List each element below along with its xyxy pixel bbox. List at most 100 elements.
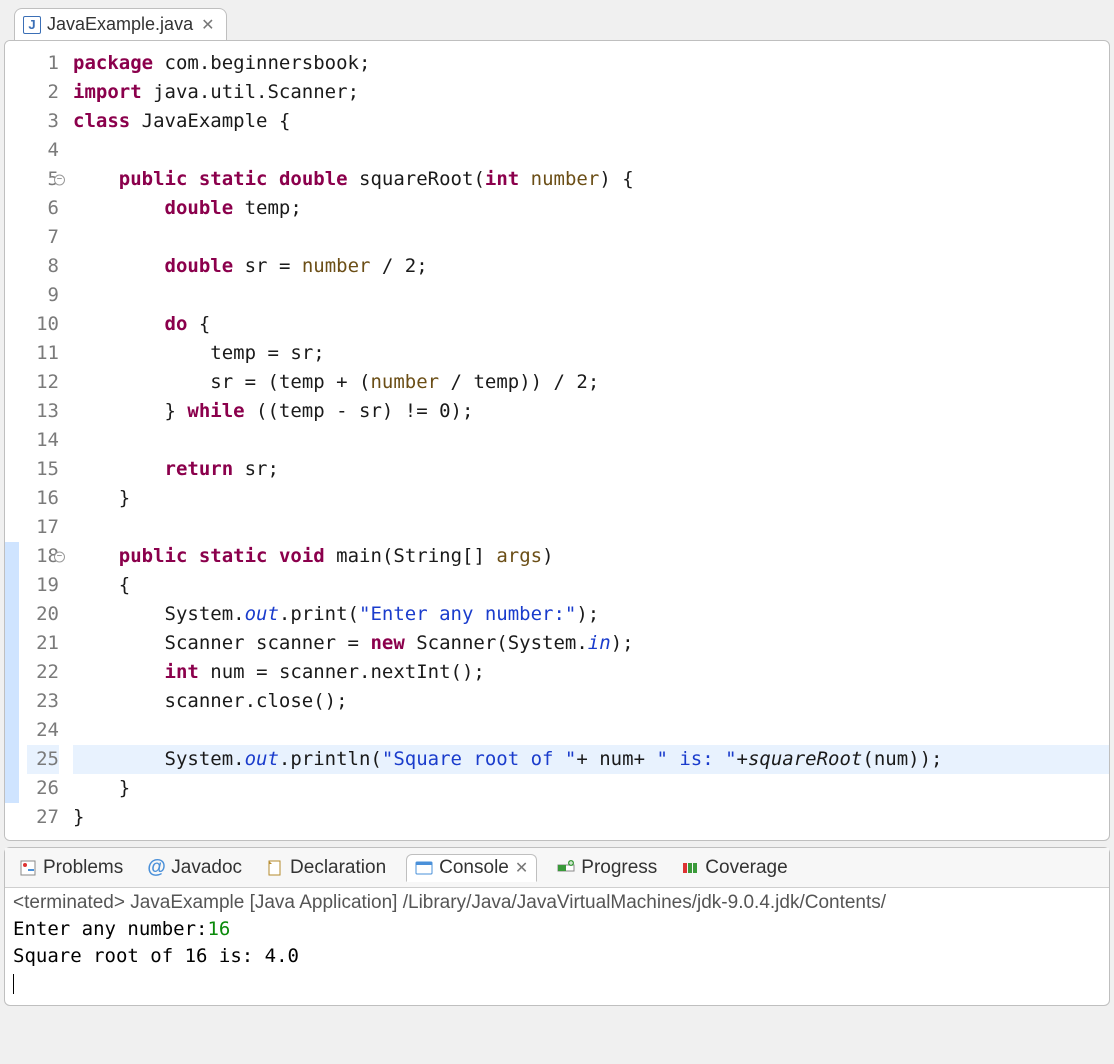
line-marker — [5, 542, 19, 571]
code-line[interactable]: int num = scanner.nextInt(); — [73, 658, 1109, 687]
panel-tab-row: Problems @ Javadoc Declaration Console ✕… — [5, 848, 1109, 888]
fold-toggle-icon[interactable]: − — [54, 551, 65, 562]
code-line[interactable]: return sr; — [73, 455, 1109, 484]
line-number[interactable]: 4 — [27, 136, 59, 165]
line-number[interactable]: 24 — [27, 716, 59, 745]
console-output[interactable]: Enter any number:16 Square root of 16 is… — [5, 916, 1109, 1005]
code-line[interactable]: scanner.close(); — [73, 687, 1109, 716]
tab-javadoc[interactable]: @ Javadoc — [143, 855, 246, 881]
code-line[interactable]: System.out.println("Square root of "+ nu… — [73, 745, 1109, 774]
line-marker — [5, 252, 19, 281]
code-line[interactable]: System.out.print("Enter any number:"); — [73, 600, 1109, 629]
tab-declaration[interactable]: Declaration — [262, 855, 390, 881]
declaration-icon — [266, 859, 284, 877]
code-line[interactable] — [73, 716, 1109, 745]
tab-coverage[interactable]: Coverage — [677, 855, 791, 881]
line-marker — [5, 310, 19, 339]
problems-icon — [19, 859, 37, 877]
line-marker — [5, 107, 19, 136]
code-line[interactable]: import java.util.Scanner; — [73, 78, 1109, 107]
line-number[interactable]: 12 — [27, 368, 59, 397]
tab-label: Problems — [43, 857, 123, 879]
line-number[interactable]: 2 — [27, 78, 59, 107]
line-number[interactable]: 3 — [27, 107, 59, 136]
code-line[interactable] — [73, 136, 1109, 165]
line-number[interactable]: 22 — [27, 658, 59, 687]
code-line[interactable]: } while ((temp - sr) != 0); — [73, 397, 1109, 426]
line-marker — [5, 803, 19, 832]
line-number-gutter[interactable]: 12345−6789101112131415161718−19202122232… — [19, 41, 69, 840]
line-number[interactable]: 25 — [27, 745, 59, 774]
line-marker — [5, 484, 19, 513]
console-user-input: 16 — [207, 918, 230, 940]
code-line[interactable] — [73, 513, 1109, 542]
line-marker — [5, 455, 19, 484]
code-line[interactable]: double sr = number / 2; — [73, 252, 1109, 281]
code-line[interactable]: package com.beginnersbook; — [73, 49, 1109, 78]
line-number[interactable]: 1 — [27, 49, 59, 78]
code-body[interactable]: package com.beginnersbook;import java.ut… — [69, 41, 1109, 840]
editor-tab-label: JavaExample.java — [47, 14, 193, 35]
code-line[interactable]: sr = (temp + (number / temp)) / 2; — [73, 368, 1109, 397]
tab-progress[interactable]: Progress — [553, 855, 661, 881]
code-line[interactable] — [73, 281, 1109, 310]
progress-icon — [557, 859, 575, 877]
line-marker — [5, 745, 19, 774]
close-icon[interactable]: ✕ — [201, 15, 214, 35]
line-number[interactable]: 11 — [27, 339, 59, 368]
tab-console[interactable]: Console ✕ — [406, 854, 537, 882]
code-line[interactable]: } — [73, 774, 1109, 803]
console-icon — [415, 859, 433, 877]
coverage-icon — [681, 859, 699, 877]
code-line[interactable]: } — [73, 803, 1109, 832]
line-number[interactable]: 21 — [27, 629, 59, 658]
line-number[interactable]: 16 — [27, 484, 59, 513]
tab-label: Progress — [581, 857, 657, 879]
line-marker — [5, 716, 19, 745]
code-line[interactable]: { — [73, 571, 1109, 600]
line-number[interactable]: 9 — [27, 281, 59, 310]
line-number[interactable]: 5− — [27, 165, 59, 194]
code-line[interactable]: public static void main(String[] args) — [73, 542, 1109, 571]
code-line[interactable] — [73, 426, 1109, 455]
code-line[interactable]: public static double squareRoot(int numb… — [73, 165, 1109, 194]
line-marker — [5, 49, 19, 78]
line-number[interactable]: 19 — [27, 571, 59, 600]
line-number[interactable]: 15 — [27, 455, 59, 484]
code-line[interactable]: do { — [73, 310, 1109, 339]
line-number[interactable]: 7 — [27, 223, 59, 252]
tab-label: Console — [439, 857, 509, 879]
text-caret — [13, 974, 14, 994]
line-number[interactable]: 23 — [27, 687, 59, 716]
line-marker — [5, 223, 19, 252]
line-marker — [5, 397, 19, 426]
close-icon[interactable]: ✕ — [515, 858, 528, 878]
tab-problems[interactable]: Problems — [15, 855, 127, 881]
line-number[interactable]: 6 — [27, 194, 59, 223]
line-number[interactable]: 17 — [27, 513, 59, 542]
line-number[interactable]: 27 — [27, 803, 59, 832]
line-number[interactable]: 18− — [27, 542, 59, 571]
code-line[interactable]: class JavaExample { — [73, 107, 1109, 136]
marker-strip — [5, 41, 19, 840]
code-line[interactable]: temp = sr; — [73, 339, 1109, 368]
line-number[interactable]: 20 — [27, 600, 59, 629]
fold-toggle-icon[interactable]: − — [54, 174, 65, 185]
code-line[interactable] — [73, 223, 1109, 252]
line-number[interactable]: 13 — [27, 397, 59, 426]
line-marker — [5, 136, 19, 165]
code-line[interactable]: double temp; — [73, 194, 1109, 223]
editor-tab-row: J JavaExample.java ✕ — [0, 0, 1114, 40]
code-line[interactable]: } — [73, 484, 1109, 513]
line-number[interactable]: 8 — [27, 252, 59, 281]
line-marker — [5, 78, 19, 107]
line-marker — [5, 687, 19, 716]
editor-tab-javaexample[interactable]: J JavaExample.java ✕ — [14, 8, 227, 40]
line-number[interactable]: 26 — [27, 774, 59, 803]
line-marker — [5, 629, 19, 658]
console-prompt: Enter any number: — [13, 918, 207, 940]
line-number[interactable]: 10 — [27, 310, 59, 339]
line-number[interactable]: 14 — [27, 426, 59, 455]
code-line[interactable]: Scanner scanner = new Scanner(System.in)… — [73, 629, 1109, 658]
line-marker — [5, 194, 19, 223]
